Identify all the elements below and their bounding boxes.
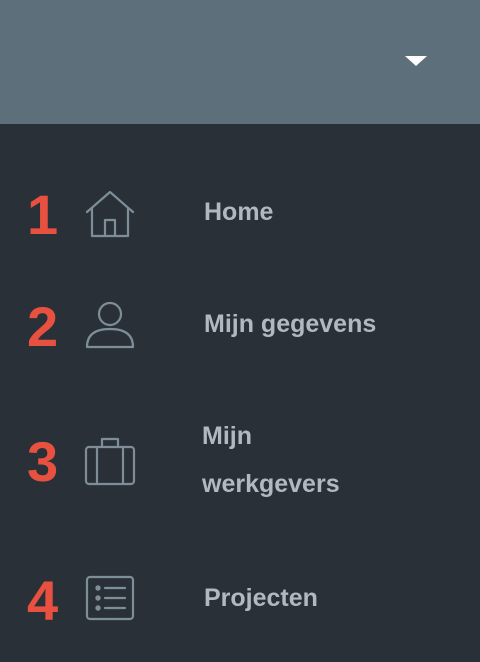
home-icon [84, 188, 136, 240]
menu-item-label-line: werkgevers [202, 470, 340, 498]
menu-item-mijn-gegevens[interactable]: 2 Mijn gegevens [0, 296, 480, 360]
user-icon [84, 298, 136, 350]
briefcase-icon [84, 435, 136, 487]
menu-item-number: 1 [27, 183, 59, 246]
menu-item-label: Mijn werkgevers [202, 412, 402, 508]
top-bar [0, 0, 480, 124]
menu-item-number: 4 [27, 569, 59, 632]
menu-item-label: Projecten [204, 584, 318, 612]
caret-down-icon[interactable] [405, 56, 427, 66]
menu-item-label-line: Mijn [202, 422, 252, 450]
menu-item-label: Mijn gegevens [204, 310, 377, 338]
menu-item-number: 3 [27, 430, 59, 493]
menu-item-number: 2 [27, 295, 59, 358]
sidebar-menu: 1 Home 2 Mijn gegevens 3 Mijn werkgevers… [0, 124, 480, 662]
menu-item-label: Home [204, 198, 274, 226]
menu-item-projecten[interactable]: 4 Projecten [0, 570, 480, 634]
menu-item-home[interactable]: 1 Home [0, 184, 480, 248]
menu-item-mijn-werkgevers[interactable]: 3 Mijn werkgevers [0, 414, 480, 514]
list-icon [84, 573, 136, 625]
